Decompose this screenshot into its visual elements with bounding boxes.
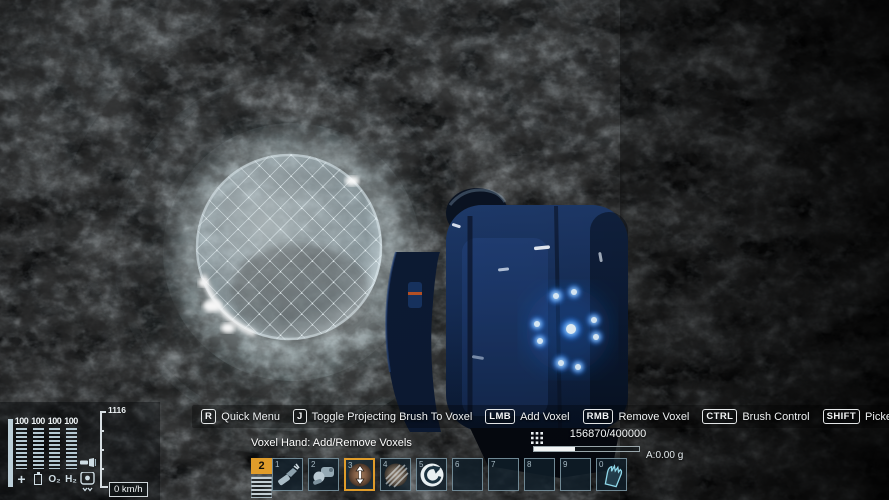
hotbar-slot-9[interactable]: 9 [560, 458, 591, 491]
toolbar-pages-icon [251, 476, 272, 498]
inventory-volume: 156870/400000 [533, 428, 683, 440]
hotbar: 1 2 3 4 5 6 7 8 9 0 [272, 458, 627, 491]
toolbar-page-indicator[interactable]: 2 [251, 458, 272, 498]
altitude-value: 1116 [108, 405, 126, 415]
suit-gauges: 100+ 100 100O₂ 100H₂ [16, 416, 77, 487]
hotbar-slot-1[interactable]: 1 [272, 458, 303, 491]
gauge-oxygen: 100O₂ [49, 416, 60, 487]
oxygen-icon: O₂ [48, 472, 60, 487]
gravity-readout: A:0.00 g [646, 450, 683, 461]
key-badge: CTRL [702, 409, 737, 424]
inventory-volume-bar [533, 446, 640, 452]
hotbar-slot-4[interactable]: 4 [380, 458, 411, 491]
health-cross-icon: + [17, 472, 25, 487]
inventory-fill [534, 447, 575, 451]
selected-tool-tooltip: Voxel Hand: Add/Remove Voxels [251, 437, 412, 449]
hotbar-slot-7[interactable]: 7 [488, 458, 519, 491]
hotbar-slot-8[interactable]: 8 [524, 458, 555, 491]
hotbar-slot-0[interactable]: 0 [596, 458, 627, 491]
hint-brush-control: CTRLBrush Control [702, 409, 809, 424]
hint-toggle-projecting: JToggle Projecting Brush To Voxel [293, 409, 472, 424]
key-badge: RMB [583, 409, 614, 424]
gauge-hydrogen: 100H₂ [66, 416, 77, 487]
key-badge: J [293, 409, 307, 424]
keybind-hint-bar: RQuick Menu JToggle Projecting Brush To … [192, 405, 889, 428]
altitude-speed-widget: 1116 0 km/h [96, 405, 156, 500]
speed-readout: 0 km/h [109, 482, 148, 497]
toolbar-page-number: 2 [251, 458, 272, 474]
battery-icon [34, 474, 42, 485]
hotbar-slot-5[interactable]: 5 [416, 458, 447, 491]
key-badge: SHIFT [823, 409, 860, 424]
hint-add-voxel: LMBAdd Voxel [485, 409, 569, 424]
hydrogen-icon: H₂ [65, 472, 77, 487]
hint-quick-menu: RQuick Menu [201, 409, 280, 424]
hint-picker: SHIFTPicker [823, 409, 889, 424]
flashlight-icon [80, 458, 96, 467]
hotbar-slot-6[interactable]: 6 [452, 458, 483, 491]
hotbar-slot-2[interactable]: 2 [308, 458, 339, 491]
suit-main-bar [8, 419, 13, 487]
hint-remove-voxel: RMBRemove Voxel [583, 409, 690, 424]
key-badge: R [201, 409, 216, 424]
gauge-energy: 100 [33, 416, 44, 487]
broadcast-icon [80, 472, 95, 494]
gauge-health: 100+ [16, 416, 27, 487]
key-badge: LMB [485, 409, 515, 424]
hotbar-slot-3-selected[interactable]: 3 [344, 458, 375, 491]
